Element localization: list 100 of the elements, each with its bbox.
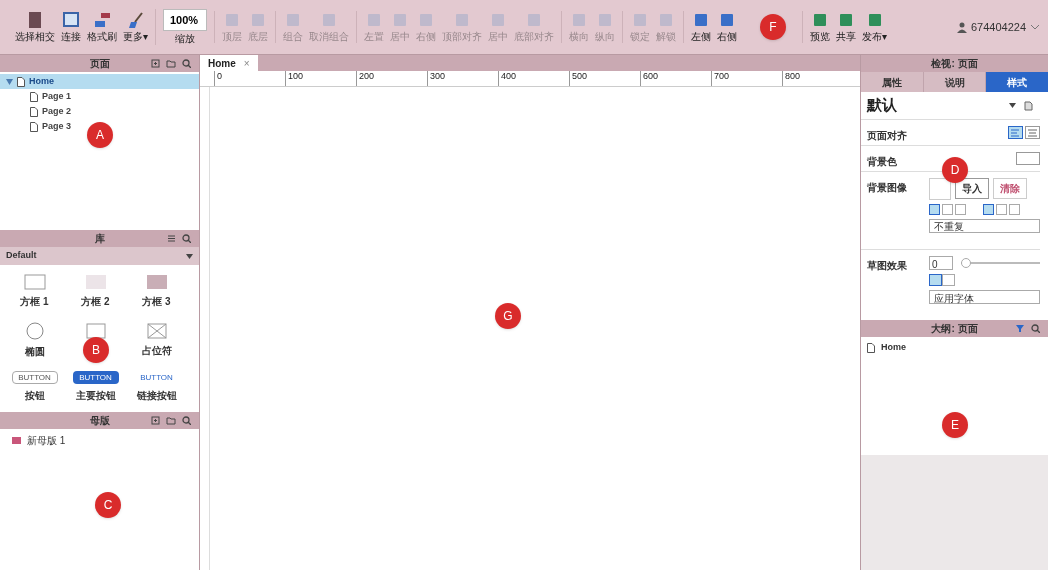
toolbar-button[interactable]: 右侧	[714, 11, 740, 43]
field-label: 页面对齐	[867, 129, 908, 143]
add-page-icon[interactable]	[151, 59, 160, 68]
callout-marker: F	[760, 14, 786, 40]
master-item[interactable]: 新母版 1	[0, 433, 199, 447]
tool-icon	[692, 11, 710, 29]
panel-title: 大纲: 页面	[931, 322, 978, 336]
box3-icon	[145, 273, 168, 290]
user-id[interactable]: 674404224	[970, 18, 1026, 36]
tool-icon	[62, 11, 80, 29]
widget-label[interactable]: 椭圆	[24, 344, 45, 359]
toolbar-button[interactable]: 100% 缩放	[160, 8, 210, 46]
add-page-icon[interactable]	[151, 416, 160, 425]
menu-icon[interactable]	[167, 234, 176, 243]
button-preview: BUTTON	[139, 371, 174, 384]
page-icon	[30, 121, 38, 132]
font-dropdown[interactable]: 应用字体	[929, 290, 1040, 304]
ruler-label: 300	[430, 71, 446, 82]
ruler-label: 500	[572, 71, 588, 82]
tool-icon	[93, 11, 111, 29]
tool-icon	[525, 11, 543, 29]
placeholder-icon	[146, 322, 167, 339]
widget-label[interactable]: 方框 2	[81, 294, 110, 309]
toolbar-button[interactable]: 左侧	[688, 11, 714, 43]
tool-icon	[320, 11, 338, 29]
tool-icon	[284, 11, 302, 29]
button-preview: BUTTON	[11, 371, 58, 384]
outline-item[interactable]: Home	[861, 341, 1048, 355]
toolbar-button[interactable]: 格式刷	[84, 11, 120, 43]
tool-icon	[417, 11, 435, 29]
chevron-icon	[1030, 23, 1040, 31]
field-label: 草图效果	[867, 259, 908, 273]
inspector-tab[interactable]: 属性	[861, 72, 924, 92]
panel-title: 检视: 页面	[931, 57, 978, 71]
dropdown-arrow-icon	[1009, 103, 1016, 108]
ruler-label: 800	[785, 71, 801, 82]
sketch-input[interactable]: 0	[929, 256, 953, 270]
page-item[interactable]: Home	[0, 74, 199, 89]
tool-icon	[126, 11, 145, 29]
widget-label[interactable]: 按钮	[24, 388, 45, 403]
search-icon[interactable]	[182, 416, 191, 425]
zoom-value[interactable]: 100%	[163, 8, 207, 32]
ruler-label: 700	[714, 71, 730, 82]
page-item[interactable]: Page 1	[0, 89, 199, 104]
toolbar-button[interactable]: 发布▾	[859, 11, 890, 43]
search-icon[interactable]	[182, 59, 191, 68]
toolbar-button[interactable]: 共享	[833, 11, 859, 43]
slider-thumb[interactable]	[961, 258, 971, 268]
page-icon	[30, 91, 38, 102]
inspector-tab[interactable]: 样式	[986, 72, 1048, 92]
tool-icon	[596, 11, 614, 29]
filter-icon[interactable]	[1015, 324, 1025, 333]
user-icon	[956, 21, 967, 33]
import-button[interactable]: 导入	[955, 178, 989, 199]
image-preview	[929, 178, 951, 200]
close-icon[interactable]: ×	[243, 55, 250, 71]
library-dropdown[interactable]: Default	[0, 247, 199, 265]
tool-icon	[718, 11, 736, 29]
page-icon	[867, 342, 875, 353]
page-item[interactable]: Page 2	[0, 104, 199, 119]
tool-icon	[453, 11, 471, 29]
tool-icon	[631, 11, 649, 29]
align-icon	[1008, 126, 1040, 139]
image-icon	[85, 322, 106, 340]
search-icon[interactable]	[182, 234, 191, 243]
document-tab[interactable]: Home ×	[200, 55, 258, 71]
color-picker[interactable]	[1016, 152, 1040, 165]
clear-button[interactable]: 清除	[993, 178, 1027, 199]
tool-icon	[26, 11, 44, 29]
tool-icon	[811, 11, 829, 29]
toolbar-button[interactable]: 选择相交	[12, 11, 58, 43]
button-preview: BUTTON	[72, 371, 119, 384]
folder-icon[interactable]	[166, 416, 176, 425]
style-icon	[1024, 100, 1034, 111]
toolbar-button[interactable]: 连接	[58, 11, 84, 43]
box2-icon	[84, 273, 107, 290]
widget-label[interactable]: 占位符	[141, 343, 172, 358]
toolbar-button[interactable]: 更多▾	[120, 11, 151, 43]
widget-label[interactable]: 主要按钮	[75, 388, 116, 403]
widget-label[interactable]: 链接按钮	[136, 388, 177, 403]
repeat-dropdown[interactable]: 不重复	[929, 219, 1040, 233]
search-icon[interactable]	[1031, 324, 1040, 333]
ruler-label: 100	[288, 71, 304, 82]
panel-title: 母版	[89, 414, 110, 428]
box1-icon	[23, 273, 46, 290]
toolbar-button[interactable]: 预览	[807, 11, 833, 43]
sketch-color-icon	[929, 274, 955, 286]
tool-icon	[657, 11, 675, 29]
master-icon	[12, 436, 21, 444]
widget-label[interactable]: 方框 3	[142, 294, 171, 309]
panel-title: 页面	[89, 57, 110, 71]
tool-icon	[391, 11, 409, 29]
slider[interactable]	[961, 258, 1040, 268]
ellipse-icon	[25, 322, 44, 340]
style-name: 默认	[867, 95, 897, 116]
page-icon	[30, 106, 38, 117]
widget-label[interactable]: 方框 1	[20, 294, 49, 309]
folder-icon[interactable]	[166, 59, 176, 68]
ruler-label: 400	[501, 71, 517, 82]
ruler-label: 600	[643, 71, 659, 82]
